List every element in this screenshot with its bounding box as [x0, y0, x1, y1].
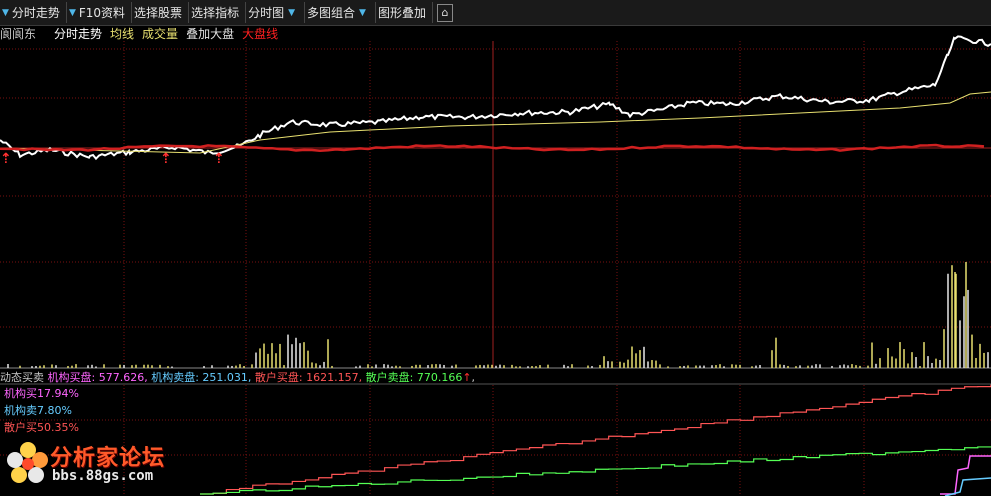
- retail-buy-value: 1621.157,: [306, 371, 363, 384]
- watermark-url: bbs.88gs.com: [52, 468, 154, 484]
- retail-sell-value: 770.166: [416, 371, 463, 384]
- buy-signal-arrow-icon: ⇡: [160, 151, 172, 167]
- inst-sell-label: 机构卖盘:: [151, 371, 199, 384]
- retail-buy-line: [200, 384, 991, 495]
- flower-logo-icon: [7, 442, 48, 483]
- inst-buy-value: 577.626,: [98, 371, 148, 384]
- buy-signal-arrow-icon: ⇡: [213, 151, 225, 167]
- inst-buy-percent: 机构买17.94%: [4, 387, 79, 400]
- inst-sell-value: 251.031,: [202, 371, 252, 384]
- buy-signal-arrow-icon: ⇡: [0, 151, 12, 167]
- inst-buy-label: 机构买盘:: [47, 371, 96, 384]
- up-arrow-icon: ↑: [462, 371, 472, 384]
- flow-summary: 动态买卖 机构买盘: 577.626, 机构卖盘: 251.031, 散户买盘:…: [0, 371, 476, 384]
- retail-buy-label: 散户买盘:: [254, 371, 303, 384]
- retail-sell-line: [200, 446, 991, 495]
- retail-buy-percent: 散户买50.35%: [4, 421, 79, 434]
- inst-buy-line: [940, 455, 991, 495]
- retail-sell-label: 散户卖盘:: [365, 371, 414, 384]
- inst-sell-percent: 机构卖7.80%: [4, 404, 72, 417]
- flow-title: 动态买卖: [0, 371, 44, 384]
- intraday-chart: ⇡ ⇡ ⇡: [0, 35, 991, 496]
